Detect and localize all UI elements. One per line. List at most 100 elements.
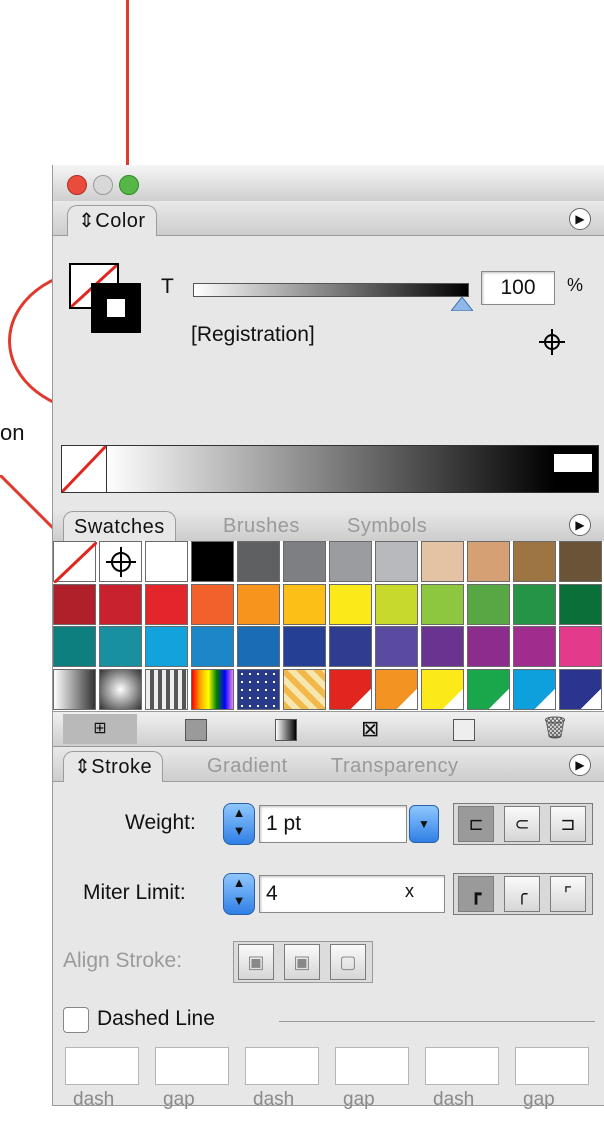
tab-brushes[interactable]: Brushes: [213, 511, 310, 541]
swatch-pattern-green-corner[interactable]: [467, 668, 510, 710]
align-center-icon[interactable]: ▣: [238, 944, 274, 980]
stroke-panel-body: Weight: ▲ ▼ 1 pt ▼ ⊏ ⊂ ⊐ Miter Limit: ▲ ▼ …: [53, 781, 604, 1110]
swatch-color[interactable]: [329, 583, 372, 625]
swatch-color[interactable]: [191, 583, 234, 625]
swatch-pattern-orange-corner[interactable]: [375, 668, 418, 710]
miter-stepper-icon[interactable]: ▲ ▼: [223, 873, 255, 915]
color-ramp[interactable]: [60, 444, 599, 494]
swatch-color[interactable]: [559, 626, 602, 667]
stroke-box[interactable]: [91, 283, 141, 333]
join-miter-icon[interactable]: ┏: [458, 876, 494, 912]
tab-color[interactable]: ⇕Color: [67, 205, 157, 236]
swatch-pattern-red-corner[interactable]: [329, 668, 372, 710]
weight-input[interactable]: 1 pt: [259, 805, 407, 843]
miter-limit-input[interactable]: 4: [259, 875, 445, 913]
swatch-pattern-rainbow[interactable]: [191, 668, 234, 710]
swatch-color[interactable]: [237, 541, 280, 582]
swatch-color[interactable]: [513, 626, 556, 667]
swatch-color[interactable]: [283, 583, 326, 625]
cap-projecting-icon[interactable]: ⊐: [550, 806, 586, 842]
tab-swatches[interactable]: Swatches: [63, 511, 176, 542]
swatch-color[interactable]: [191, 626, 234, 667]
color-swatches-icon[interactable]: [185, 719, 207, 741]
stroke-panel-menu-icon[interactable]: ▶: [569, 754, 591, 776]
swatch-color[interactable]: [145, 583, 188, 625]
cap-button-group: ⊏ ⊂ ⊐: [453, 803, 593, 845]
swatch-pattern-grad-gray[interactable]: [53, 668, 96, 710]
swatch-color[interactable]: [99, 626, 142, 667]
join-round-icon[interactable]: ╭: [504, 876, 540, 912]
swatch-color[interactable]: [329, 626, 372, 667]
tint-slider[interactable]: [193, 283, 469, 297]
swatch-pattern-navy-corner[interactable]: [559, 668, 602, 710]
align-outside-icon[interactable]: ▢: [330, 944, 366, 980]
tint-input[interactable]: 100: [481, 271, 555, 305]
swatch-color[interactable]: [467, 626, 510, 667]
swatch-color[interactable]: [375, 626, 418, 667]
join-bevel-icon[interactable]: ⌜: [550, 876, 586, 912]
tint-slider-triangle-icon[interactable]: [451, 297, 473, 311]
join-button-group: ┏ ╭ ⌜: [453, 873, 593, 915]
swatch-color[interactable]: [283, 626, 326, 667]
ramp-none-box[interactable]: [60, 444, 108, 494]
swatch-color[interactable]: [237, 626, 280, 667]
swatch-color[interactable]: [53, 626, 96, 667]
swatch-color[interactable]: [191, 541, 234, 582]
swatch-color[interactable]: [467, 583, 510, 625]
swatch-color[interactable]: [53, 583, 96, 625]
dash-field[interactable]: [65, 1047, 139, 1085]
show-kinds-icon[interactable]: ⊞: [63, 714, 137, 744]
swatch-color[interactable]: [559, 541, 602, 582]
new-swatch-icon[interactable]: [453, 719, 475, 741]
dashed-line-checkbox[interactable]: [63, 1007, 89, 1033]
swatch-pattern-yellow-corner[interactable]: [421, 668, 464, 710]
gap-field[interactable]: [515, 1047, 589, 1085]
swatch-color[interactable]: [145, 626, 188, 667]
close-button[interactable]: [67, 175, 87, 195]
weight-stepper-icon[interactable]: ▲ ▼: [223, 803, 255, 845]
trash-icon[interactable]: 🗑: [541, 715, 569, 741]
swatch-color[interactable]: [421, 541, 464, 582]
swatch-pattern-grad-radial[interactable]: [99, 668, 142, 710]
swatch-color[interactable]: [283, 541, 326, 582]
swatches-panel-menu-icon[interactable]: ▶: [569, 514, 591, 536]
window-titlebar[interactable]: [53, 165, 604, 202]
swatch-color[interactable]: [513, 541, 556, 582]
dash-field[interactable]: [245, 1047, 319, 1085]
pattern-swatches-icon[interactable]: ⊠: [361, 716, 379, 742]
swatch-pattern-grad-bars[interactable]: [145, 668, 188, 710]
swatch-color[interactable]: [467, 541, 510, 582]
color-panel-menu-icon[interactable]: ▶: [569, 208, 591, 230]
swatch-none[interactable]: [52, 540, 99, 585]
swatch-color[interactable]: [329, 541, 372, 582]
tab-stroke[interactable]: ⇕Stroke: [63, 751, 164, 782]
gap-field[interactable]: [335, 1047, 409, 1085]
minimize-button[interactable]: [93, 175, 113, 195]
tab-transparency[interactable]: Transparency: [321, 751, 469, 781]
gradient-swatches-icon[interactable]: [275, 719, 297, 741]
gap-field[interactable]: [155, 1047, 229, 1085]
registration-target-icon: [106, 547, 136, 577]
ramp-white-box[interactable]: [554, 454, 592, 472]
swatch-color[interactable]: [513, 583, 556, 625]
swatch-color[interactable]: [99, 583, 142, 625]
zoom-button[interactable]: [119, 175, 139, 195]
cap-round-icon[interactable]: ⊂: [504, 806, 540, 842]
swatch-color[interactable]: [421, 583, 464, 625]
tab-gradient[interactable]: Gradient: [197, 751, 298, 781]
swatch-pattern-cyan-corner[interactable]: [513, 668, 556, 710]
swatch-color[interactable]: [559, 583, 602, 625]
dash-field[interactable]: [425, 1047, 499, 1085]
weight-dropdown-arrow-icon[interactable]: ▼: [409, 805, 439, 843]
align-inside-icon[interactable]: ▣: [284, 944, 320, 980]
swatch-pattern-stars[interactable]: [237, 668, 280, 710]
swatch-color[interactable]: [375, 541, 418, 582]
swatch-color[interactable]: [375, 583, 418, 625]
swatch-color[interactable]: [421, 626, 464, 667]
swatch-color[interactable]: [145, 541, 188, 582]
swatch-registration[interactable]: [99, 541, 142, 582]
tab-symbols[interactable]: Symbols: [337, 511, 437, 541]
swatch-pattern-tiles[interactable]: [283, 668, 326, 710]
swatch-color[interactable]: [237, 583, 280, 625]
cap-butt-icon[interactable]: ⊏: [458, 806, 494, 842]
